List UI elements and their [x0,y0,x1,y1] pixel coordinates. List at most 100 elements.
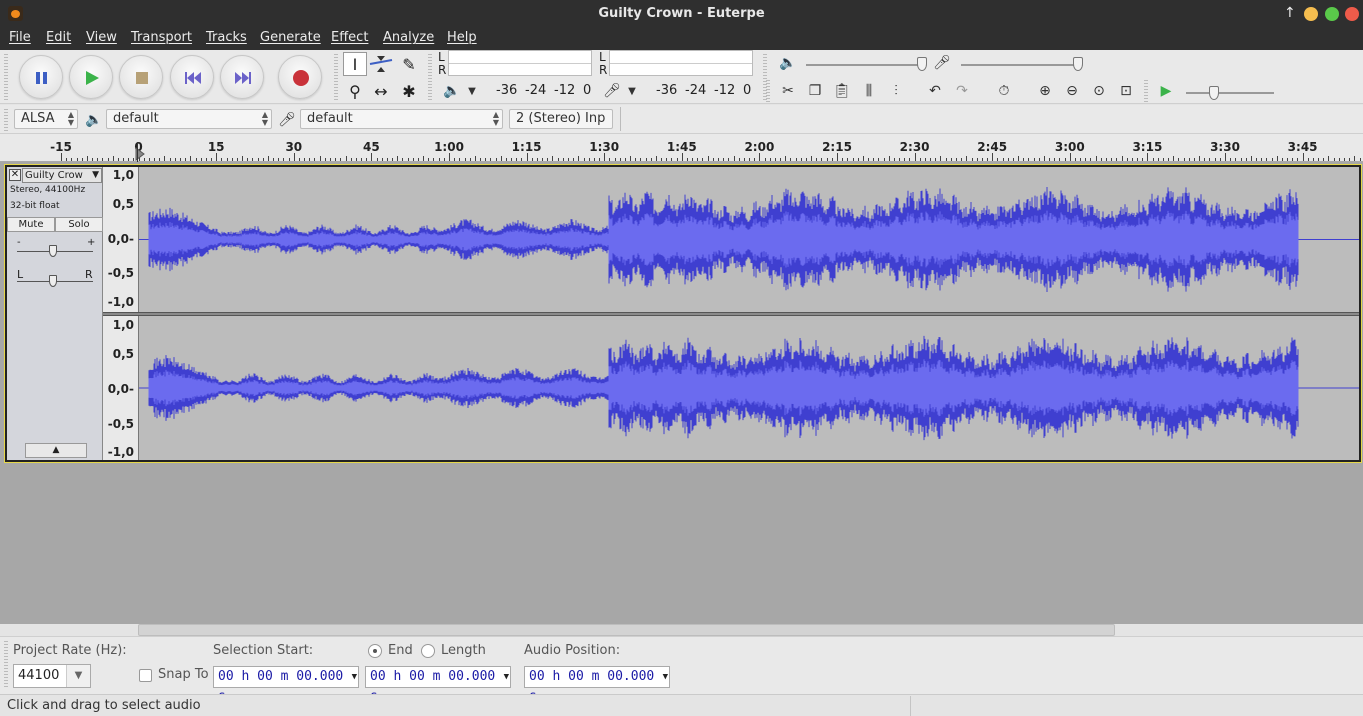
ruler-tick [361,158,363,161]
recording-channels-select[interactable]: 2 (Stereo) Inp [509,109,613,129]
ruler-tick [355,158,357,161]
input-volume-thumb[interactable] [1073,57,1083,71]
zoom-tool[interactable]: ⚲ [343,79,367,103]
record-meter-menu[interactable]: ▼ [620,79,644,103]
toolbar-grip[interactable] [428,54,432,100]
redo-button[interactable]: ↷ [950,79,974,103]
playback-meter[interactable] [448,50,592,76]
track-close-button[interactable]: ✕ [9,169,21,181]
copy-button[interactable]: ❐ [803,79,827,103]
cut-button[interactable]: ✂ [776,79,800,103]
selection-end-time[interactable]: 00 h 00 m 00.000 s ▼ [365,666,511,704]
timeline-ruler[interactable]: -15 0 15 30 45 1:00 1:15 1:30 1:45 2:00 2:15 2:30 2:… [0,134,1363,162]
sync-lock-button[interactable]: ⏱ [992,79,1016,103]
audio-position-time[interactable]: 00 h 00 m 00.000 s ▼ [524,666,670,704]
ruler-tick [1204,158,1206,161]
play-speed-slider[interactable] [1186,92,1274,94]
multi-tool[interactable]: ✱ [397,79,421,103]
toolbar-grip[interactable] [4,641,8,689]
menu-transport[interactable]: Transport [131,30,192,45]
envelope-tool[interactable] [369,52,393,76]
microphone-icon: 🎤︎ [603,83,621,99]
waveform-right-channel[interactable] [139,316,1359,460]
snap-to-checkbox[interactable] [139,669,152,682]
close-window-button[interactable] [1345,7,1359,21]
end-radio[interactable] [368,644,382,658]
input-volume-slider[interactable] [961,64,1079,66]
maximize-button[interactable] [1325,7,1339,21]
skip-to-start-button[interactable] [170,55,214,99]
play-speed-thumb[interactable] [1209,86,1219,100]
draw-tool[interactable]: ✎ [397,52,421,76]
ruler-tick [987,158,989,161]
ruler-tick [511,158,513,161]
ruler-label: 2:15 [822,140,852,154]
audio-track[interactable]: ✕ Guilty Crow ▼ Stereo, 44100Hz 32-bit f… [4,164,1362,463]
ruler-tick [583,158,585,161]
length-radio[interactable] [421,644,435,658]
trim-button[interactable]: ⫼ [857,79,881,103]
solo-button[interactable]: Solo [55,217,103,232]
toolbar-grip[interactable] [334,54,338,100]
stop-button[interactable] [119,55,163,99]
toolbar-grip[interactable] [4,109,8,131]
ruler-tick [324,158,326,161]
menu-effect[interactable]: Effect [331,30,368,45]
horizontal-scrollbar[interactable] [138,624,1115,636]
ruler-tick [1225,153,1226,161]
ruler-tick [743,158,745,161]
keep-above-icon[interactable]: ↑ [1284,5,1296,21]
pan-slider-thumb[interactable] [49,275,57,287]
end-label: End [388,643,413,658]
fit-project-button[interactable]: ⊡ [1114,79,1138,103]
minimize-button[interactable] [1304,7,1318,21]
ruler-tick [216,153,218,161]
track-panel[interactable]: ✕ Guilty Crow ▼ Stereo, 44100Hz 32-bit f… [0,162,1363,624]
output-volume-slider[interactable] [806,64,924,66]
mute-button[interactable]: Mute [7,217,55,232]
menu-help[interactable]: Help [447,30,477,45]
ruler-tick [692,158,694,161]
selection-start-time[interactable]: 00 h 00 m 00.000 s ▼ [213,666,359,704]
playback-meter-menu[interactable]: ▼ [460,79,484,103]
output-volume-thumb[interactable] [917,57,927,71]
playback-device-select[interactable]: default ▲ ▼ [106,109,272,129]
pause-button[interactable] [19,55,63,99]
menu-view[interactable]: View [86,30,117,45]
silence-button[interactable]: ⫶ [884,79,908,103]
ruler-tick [200,158,202,161]
ruler-tick [578,156,580,161]
waveform-left-channel[interactable] [139,167,1359,312]
toolbar-grip[interactable] [766,80,770,102]
ruler-tick [1302,153,1304,161]
menu-analyze[interactable]: Analyze [383,30,434,45]
menu-file[interactable]: File [9,30,31,45]
record-meter[interactable] [609,50,753,76]
zoom-out-button[interactable]: ⊖ [1060,79,1084,103]
toolbar-grip[interactable] [4,54,8,100]
audio-host-select[interactable]: ALSA ▲ ▼ [14,109,78,129]
ruler-tick [474,156,476,161]
menu-edit[interactable]: Edit [46,30,71,45]
menu-tracks[interactable]: Tracks [206,30,247,45]
time-shift-tool[interactable]: ↔ [369,79,393,103]
collapse-track-button[interactable]: ▲ [25,443,87,458]
project-rate-select[interactable]: 44100 ▼ [13,664,91,688]
play-at-speed-button[interactable]: ▶ [1154,79,1178,103]
selection-tool[interactable]: I [343,52,367,76]
record-button[interactable] [278,55,322,99]
menu-generate[interactable]: Generate [260,30,321,45]
output-volume-icon: 🔈 [776,51,800,75]
paste-button[interactable]: 📋︎ [830,79,854,103]
recording-device-select[interactable]: default ▲ ▼ [300,109,503,129]
gain-slider-thumb[interactable] [49,245,57,257]
skip-to-end-button[interactable] [220,55,264,99]
undo-button[interactable]: ↶ [923,79,947,103]
track-menu-button[interactable]: Guilty Crow ▼ [22,168,102,183]
toolbar-grip[interactable] [1144,80,1148,102]
play-button[interactable] [69,55,113,99]
play-head-icon[interactable] [134,142,146,162]
ruler-tick [423,156,425,161]
fit-selection-button[interactable]: ⊙ [1087,79,1111,103]
zoom-in-button[interactable]: ⊕ [1033,79,1057,103]
